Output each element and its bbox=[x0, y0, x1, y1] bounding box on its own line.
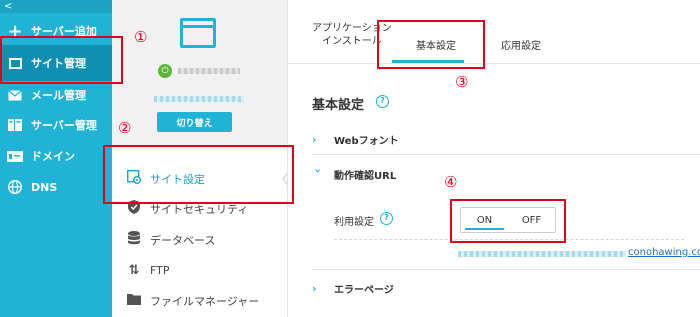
annotation-number-3: ③ bbox=[455, 73, 469, 91]
annotation-box-1 bbox=[0, 36, 123, 84]
nav-item-mail-management[interactable]: メール管理 bbox=[0, 80, 112, 110]
help-icon[interactable]: ? bbox=[376, 95, 389, 108]
sidebar-collapse-button[interactable]: < bbox=[0, 0, 112, 13]
nav-item-server-management[interactable]: サーバー管理 bbox=[0, 110, 112, 140]
power-status-icon: ⏻ bbox=[158, 64, 172, 78]
nav-item-label: メール管理 bbox=[31, 89, 86, 102]
annotation-number-4: ④ bbox=[444, 173, 458, 191]
sub-item-file-manager[interactable]: ファイルマネージャー bbox=[112, 285, 287, 317]
mail-icon bbox=[7, 87, 23, 103]
usage-setting-label: 利用設定 bbox=[334, 217, 374, 228]
accordion-verify-url[interactable]: › 動作確認URL bbox=[312, 160, 692, 188]
sub-item-label: ファイルマネージャー bbox=[150, 295, 260, 308]
nav-item-label: ドメイン bbox=[31, 150, 75, 163]
site-summary: ⏻ 切り替え bbox=[112, 0, 287, 150]
nav-item-dns[interactable]: DNS bbox=[0, 172, 112, 202]
database-icon bbox=[126, 231, 142, 249]
domain-tag-icon bbox=[7, 148, 23, 164]
accordion-error-page[interactable]: › エラーページ bbox=[312, 274, 692, 302]
switch-site-button[interactable]: 切り替え bbox=[157, 112, 232, 132]
annotation-number-2: ② bbox=[118, 119, 132, 137]
nav-item-domain[interactable]: ドメイン bbox=[0, 141, 112, 171]
browser-window-icon bbox=[180, 18, 216, 48]
accordion-label: Webフォント bbox=[334, 135, 399, 147]
blurred-site-name bbox=[178, 68, 240, 74]
blurred-site-url bbox=[154, 96, 244, 102]
verify-url-link[interactable]: conohawing.com bbox=[628, 247, 700, 258]
annotation-box-3 bbox=[377, 20, 485, 69]
sub-item-label: FTP bbox=[150, 263, 170, 277]
accordion-webfont[interactable]: › Webフォント bbox=[312, 125, 692, 153]
tab-advanced-settings[interactable]: 応用設定 bbox=[501, 40, 541, 53]
chevron-left-icon: < bbox=[4, 1, 13, 12]
blurred-verify-url bbox=[458, 251, 626, 257]
accordion-label: エラーページ bbox=[334, 284, 394, 296]
chevron-right-icon: › bbox=[312, 132, 317, 146]
accordion-label: 動作確認URL bbox=[334, 170, 397, 182]
chevron-down-icon: › bbox=[311, 168, 325, 173]
divider bbox=[312, 269, 700, 270]
section-title: 基本設定 bbox=[312, 98, 365, 113]
globe-icon bbox=[7, 179, 23, 195]
settings-content: アプリケーション インストール 基本設定 応用設定 基本設定 ? › Webフォ… bbox=[287, 0, 700, 317]
nav-item-label: DNS bbox=[31, 180, 58, 194]
annotation-box-4 bbox=[450, 199, 566, 243]
tabs-divider bbox=[288, 63, 700, 64]
sub-item-label: データベース bbox=[150, 234, 216, 247]
folder-icon bbox=[126, 293, 142, 309]
annotation-number-1: ① bbox=[134, 28, 148, 46]
server-icon bbox=[7, 117, 23, 133]
nav-item-label: サーバー管理 bbox=[31, 119, 97, 132]
annotation-box-2 bbox=[103, 145, 294, 204]
sub-item-database[interactable]: データベース bbox=[112, 224, 287, 256]
sub-item-ftp[interactable]: ⇅ FTP bbox=[112, 254, 287, 286]
chevron-right-icon: › bbox=[312, 281, 317, 295]
help-icon[interactable]: ? bbox=[380, 212, 393, 225]
divider bbox=[312, 154, 700, 155]
ftp-arrows-icon: ⇅ bbox=[128, 262, 140, 278]
